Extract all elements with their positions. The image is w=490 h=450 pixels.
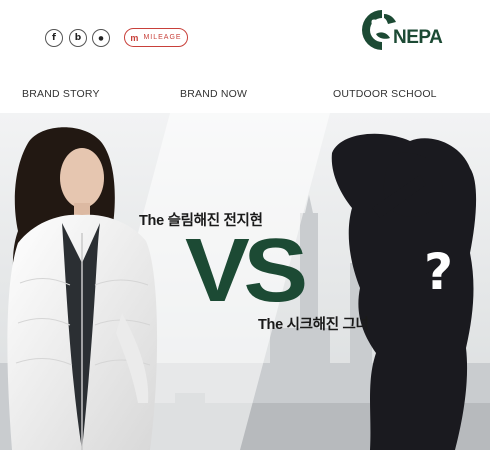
- nav-outdoor-school[interactable]: OUTDOOR SCHOOL: [333, 88, 437, 100]
- mileage-label: MILEAGE: [143, 34, 182, 41]
- blog-icon[interactable]: b: [69, 29, 87, 47]
- question-mark-icon: ?: [424, 243, 454, 301]
- mileage-button[interactable]: m MILEAGE: [124, 28, 188, 47]
- blog-glyph: b: [74, 33, 82, 43]
- facebook-icon[interactable]: f: [45, 29, 63, 47]
- mileage-m-icon: m: [130, 32, 139, 43]
- kakao-icon[interactable]: ●: [92, 29, 110, 47]
- headline-bottom: The 시크해진 그녀: [258, 317, 369, 333]
- nav-brand-story[interactable]: BRAND STORY: [22, 88, 100, 100]
- vs-title: VS: [185, 221, 308, 321]
- kakao-glyph: ●: [98, 34, 104, 42]
- header: f b ● m MILEAGE NEPA: [0, 0, 490, 78]
- logo-text: NEPA: [393, 27, 443, 48]
- nav-brand-now[interactable]: BRAND NOW: [180, 88, 247, 100]
- promo-banner[interactable]: The 슬림해진 전지현 VS The 시크해진 그녀 ?: [0, 113, 490, 450]
- facebook-glyph: f: [52, 33, 56, 43]
